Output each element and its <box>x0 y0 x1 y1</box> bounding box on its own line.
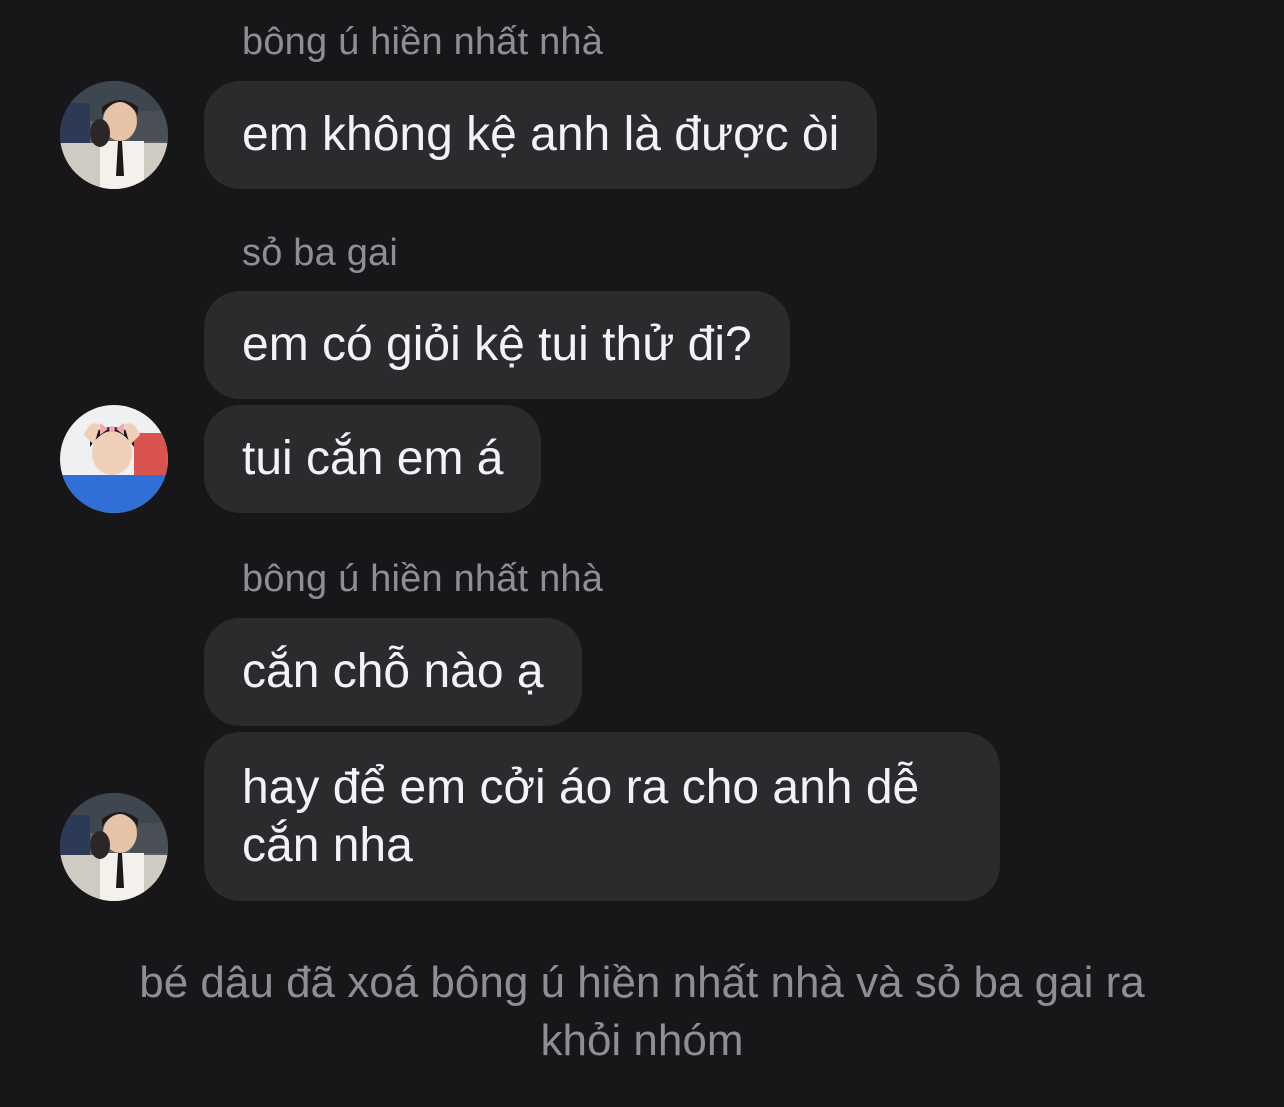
message-bubble[interactable]: em không kệ anh là được òi <box>204 81 878 189</box>
avatar-photo-icon <box>60 81 168 189</box>
avatar[interactable] <box>60 405 168 513</box>
avatar[interactable] <box>60 793 168 901</box>
message-bubble[interactable]: hay để em cởi áo ra cho anh dễ cắn nha <box>204 732 1000 901</box>
sender-name: bông ú hiền nhất nhà <box>242 558 604 600</box>
sender-name: sỏ ba gai <box>242 232 399 274</box>
message-bubble[interactable]: cắn chỗ nào ạ <box>204 618 582 726</box>
avatar-photo-icon <box>60 793 168 901</box>
avatar-photo-icon <box>60 405 168 513</box>
message-bubble[interactable]: tui cắn em á <box>204 405 542 513</box>
system-message: bé dâu đã xoá bông ú hiền nhất nhà và sỏ… <box>139 958 1145 1065</box>
avatar[interactable] <box>60 81 168 189</box>
sender-name: bông ú hiền nhất nhà <box>242 21 604 63</box>
message-bubble[interactable]: em có giỏi kệ tui thử đi? <box>204 291 790 399</box>
